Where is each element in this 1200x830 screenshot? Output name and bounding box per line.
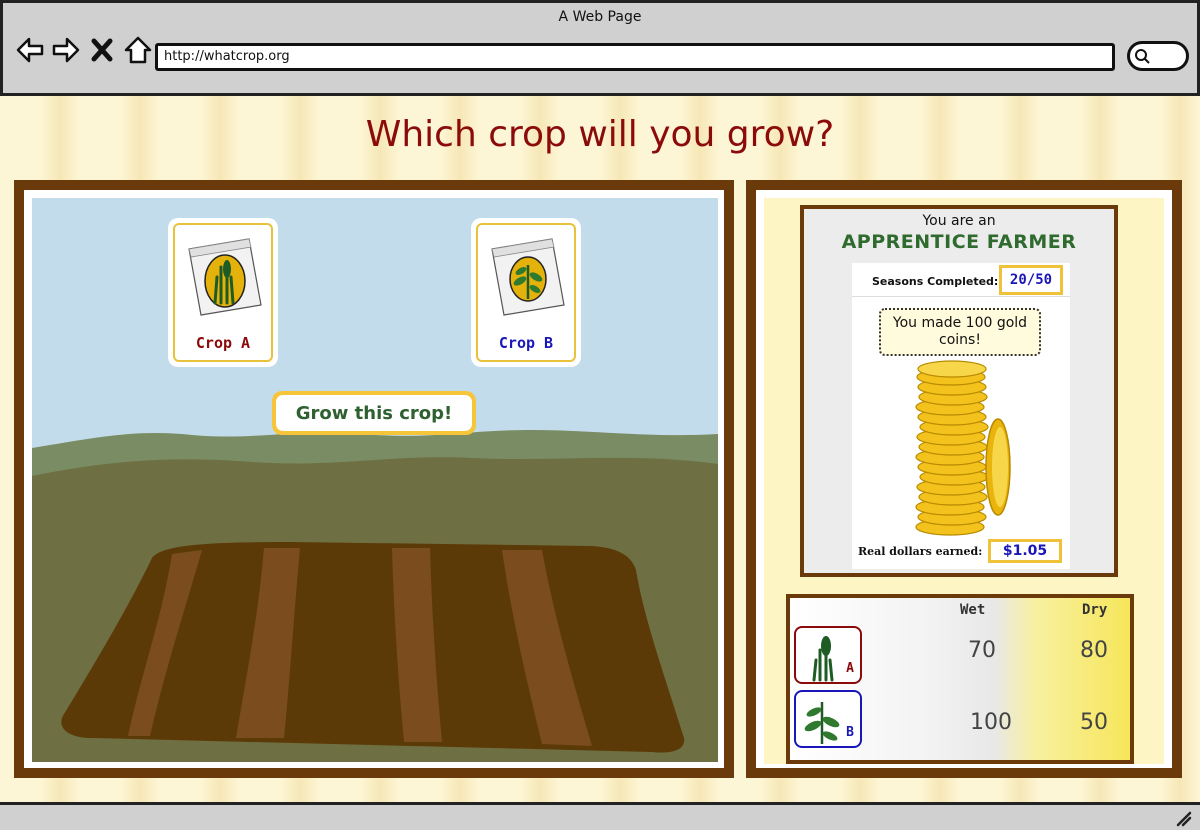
farm-landscape-illustration: [32, 198, 718, 762]
wheat-plant-icon: [812, 636, 834, 682]
yield-row-a-icon: A: [794, 626, 862, 684]
browser-chrome: A Web Page http://whatcrop.org: [0, 0, 1200, 96]
yield-row-a-tag: A: [846, 661, 854, 676]
stats-panel: You are an APPRENTICE FARMER Seasons Com…: [746, 180, 1182, 778]
seasons-label: Seasons Completed:: [872, 275, 999, 288]
crop-a-card-frame: Crop A: [173, 223, 273, 362]
yield-row-b-tag: B: [846, 725, 854, 740]
yield-row-b-icon: B: [794, 690, 862, 748]
url-bar[interactable]: http://whatcrop.org: [155, 43, 1115, 71]
back-arrow-icon[interactable]: [15, 35, 45, 65]
nav-toolbar: [15, 33, 153, 67]
browser-search-field[interactable]: [1127, 41, 1189, 71]
wheat-seed-packet-icon: [188, 238, 262, 316]
status-intro-text: You are an: [922, 213, 996, 229]
farmer-status-box: You are an APPRENTICE FARMER Seasons Com…: [800, 205, 1118, 577]
seasons-row: Seasons Completed: 20/50: [852, 263, 1070, 297]
yield-table: Wet Dry A B 70 80 100 50: [786, 594, 1134, 764]
gold-coins-stack-icon: [915, 360, 1011, 536]
dollars-value: $1.05: [988, 539, 1062, 563]
game-panel: Crop A Crop B Grow this crop!: [14, 180, 734, 778]
grow-crop-button[interactable]: Grow this crop!: [272, 391, 476, 435]
crop-b-card-frame: Crop B: [476, 223, 576, 362]
home-icon[interactable]: [123, 35, 153, 65]
stop-x-icon[interactable]: [87, 35, 117, 65]
crop-a-label: Crop A: [195, 334, 251, 352]
farm-scene: Crop A Crop B Grow this crop!: [32, 198, 718, 762]
stats-panel-inner: You are an APPRENTICE FARMER Seasons Com…: [764, 198, 1164, 764]
yield-b-dry: 50: [1080, 710, 1108, 735]
crop-a-card[interactable]: Crop A: [170, 220, 276, 365]
leafy-plant-icon: [804, 702, 840, 744]
seasons-value: 20/50: [999, 265, 1063, 295]
yield-header-wet: Wet: [960, 602, 986, 618]
page-headline: Which crop will you grow?: [365, 114, 835, 155]
search-icon: [1135, 49, 1150, 64]
browser-status-bar: [0, 802, 1200, 830]
earnings-card: Seasons Completed: 20/50 You made 100 go…: [852, 263, 1070, 569]
dollars-label: Real dollars earned:: [858, 545, 983, 558]
window-title: A Web Page: [558, 9, 642, 25]
yield-a-wet: 70: [968, 638, 996, 663]
crop-b-label: Crop B: [498, 334, 554, 352]
yield-a-dry: 80: [1080, 638, 1108, 663]
grow-crop-button-label: Grow this crop!: [276, 395, 472, 431]
coins-message-bubble: You made 100 gold coins!: [879, 308, 1041, 356]
farmer-rank: APPRENTICE FARMER: [841, 231, 1077, 253]
resize-grip-icon[interactable]: [1174, 809, 1192, 827]
yield-b-wet: 100: [970, 710, 1012, 735]
forward-arrow-icon[interactable]: [51, 35, 81, 65]
yield-header-dry: Dry: [1082, 602, 1108, 618]
page-content: Which crop will you grow? Crop A Crop B …: [0, 96, 1200, 802]
crop-b-card[interactable]: Crop B: [473, 220, 579, 365]
leafy-seed-packet-icon: [491, 238, 565, 316]
